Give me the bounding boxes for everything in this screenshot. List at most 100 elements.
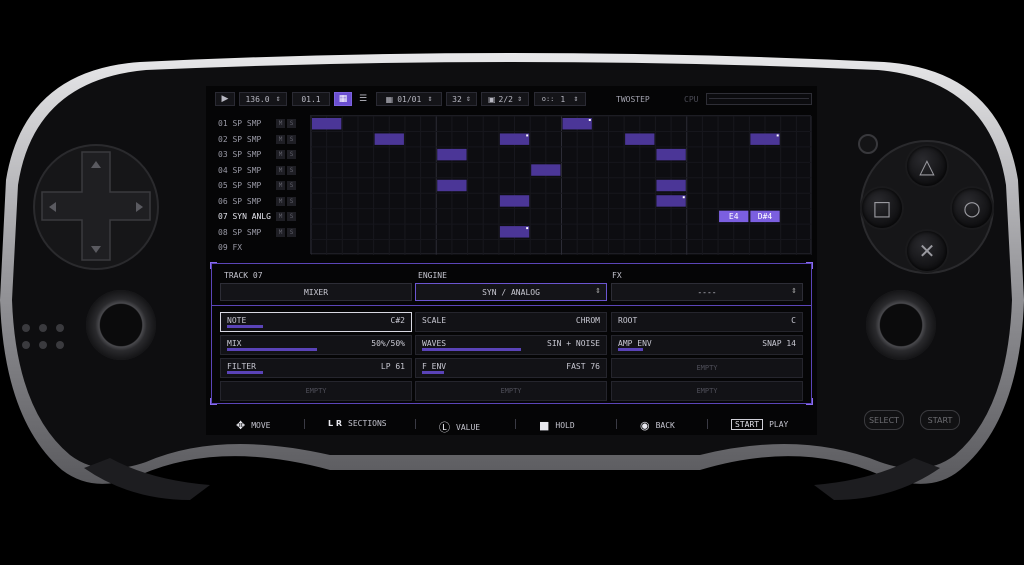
empty-param-slot[interactable]: EMPTY: [611, 381, 803, 401]
empty-param-slot[interactable]: EMPTY: [611, 358, 803, 378]
circle-button[interactable]: ○: [952, 188, 992, 228]
param-root[interactable]: ROOT C: [611, 312, 803, 332]
hint-separator: [707, 419, 708, 429]
mute-button[interactable]: M: [276, 119, 285, 129]
param-label: AMP ENV: [618, 339, 652, 348]
sequencer-note[interactable]: [750, 133, 780, 145]
list-view-button[interactable]: ☰: [354, 92, 372, 106]
left-analog-stick[interactable]: [86, 290, 156, 360]
track-row[interactable]: 03 SP SMP M S: [218, 147, 310, 163]
cross-button[interactable]: ✕: [907, 231, 947, 271]
mute-button[interactable]: M: [276, 150, 285, 160]
sequencer-note[interactable]: [499, 226, 530, 238]
engine-select[interactable]: SYN / ANALOG ⇕: [415, 283, 607, 301]
track-name: 03 SP SMP: [218, 150, 262, 160]
sequencer-note[interactable]: [437, 179, 467, 192]
mute-button[interactable]: M: [276, 227, 285, 237]
empty-param-slot[interactable]: EMPTY: [415, 381, 607, 401]
sequencer-note[interactable]: [625, 133, 655, 145]
param-mix[interactable]: MIX 50%/50%: [220, 335, 412, 355]
track-row[interactable]: 05 SP SMP M S: [218, 178, 310, 194]
play-button[interactable]: ▶: [215, 92, 235, 106]
page-icon: ▣: [487, 94, 496, 104]
stepper-icon: ⇕: [516, 95, 523, 103]
speaker-grille: [22, 324, 66, 358]
param-scale[interactable]: SCALE CHROM: [415, 312, 607, 332]
param-filter[interactable]: FILTER LP 61: [220, 358, 412, 378]
swing-icon: o::: [541, 95, 555, 103]
sequencer-note[interactable]: [374, 133, 404, 145]
param-amp-env[interactable]: AMP ENV SNAP 14: [611, 335, 803, 355]
track-row[interactable]: 02 SP SMP M S: [218, 132, 310, 148]
param-label: NOTE: [227, 316, 247, 325]
mute-button[interactable]: M: [276, 165, 285, 175]
right-analog-stick[interactable]: [866, 290, 936, 360]
track-row[interactable]: 09 FX: [218, 240, 310, 256]
param-note[interactable]: NOTE C#2: [220, 312, 412, 332]
mute-button[interactable]: M: [276, 181, 285, 191]
fx-select[interactable]: ---- ⇕: [611, 283, 803, 301]
track-list: 01 SP SMP M S 02 SP SMP M S 03 SP SMP M S 04 SP S…: [218, 116, 310, 256]
square-button[interactable]: □: [862, 188, 902, 228]
sequencer-note[interactable]: [312, 118, 342, 130]
steps-value: 32: [452, 94, 462, 104]
stepper-icon: ⇕: [465, 95, 471, 103]
param-f-env[interactable]: F ENV FAST 76: [415, 358, 607, 378]
track-row[interactable]: 08 SP SMP M S: [218, 225, 310, 241]
param-label: SCALE: [422, 316, 447, 325]
sequencer-note[interactable]: [562, 118, 592, 130]
track-row[interactable]: 01 SP SMP M S: [218, 116, 310, 132]
param-label: MIX: [227, 339, 242, 348]
steps-stepper[interactable]: 32 ⇕: [446, 92, 477, 106]
solo-button[interactable]: S: [287, 227, 296, 237]
triangle-button[interactable]: △: [907, 146, 947, 186]
tempo-stepper[interactable]: 136.0 ⇕: [239, 92, 287, 106]
sequencer-note[interactable]: [531, 164, 561, 176]
sequencer-note[interactable]: [437, 148, 467, 161]
swing-value: 1: [560, 94, 566, 104]
position-display[interactable]: 01.1: [292, 92, 330, 106]
note-marker: [776, 134, 779, 137]
track-row[interactable]: 06 SP SMP M S: [218, 194, 310, 210]
track-name: 02 SP SMP: [218, 134, 262, 144]
solo-button[interactable]: S: [287, 181, 296, 191]
select-button[interactable]: SELECT: [864, 410, 904, 430]
sequencer-note[interactable]: [656, 195, 686, 207]
sequencer-note[interactable]: [499, 133, 530, 145]
solo-button[interactable]: S: [287, 150, 296, 160]
sequencer-note[interactable]: [499, 195, 530, 207]
page-stepper[interactable]: ▣ 2/2 ⇕: [481, 92, 529, 106]
track-row[interactable]: 04 SP SMP M S: [218, 163, 310, 179]
note-label: E4: [729, 212, 739, 221]
solo-button[interactable]: S: [287, 165, 296, 175]
sequencer-note[interactable]: [656, 179, 686, 192]
dpad[interactable]: [42, 152, 150, 260]
solo-button[interactable]: S: [287, 212, 296, 222]
solo-button[interactable]: S: [287, 196, 296, 206]
control-hints-bar: ✥ MOVE L R SECTIONS Ⓛ VALUE ■ HOLD ◉ BACK START PLA…: [206, 415, 817, 435]
position-value: 01.1: [301, 94, 321, 104]
panel-divider: [211, 305, 812, 306]
grid-view-button[interactable]: ▦: [334, 92, 352, 106]
hint-label: HOLD: [555, 421, 575, 430]
start-button[interactable]: START: [920, 410, 960, 430]
circle-icon: ◉: [640, 419, 650, 432]
mute-button[interactable]: M: [276, 196, 285, 206]
empty-param-slot[interactable]: EMPTY: [220, 381, 412, 401]
swing-stepper[interactable]: o:: 1 ⇕: [534, 92, 586, 106]
list-icon: ☰: [358, 94, 368, 104]
step-sequencer-grid[interactable]: E4 D#4: [310, 115, 812, 255]
solo-button[interactable]: S: [287, 119, 296, 129]
pattern-stepper[interactable]: ▦ 01/01 ⇕: [376, 92, 442, 106]
sequencer-note[interactable]: [656, 148, 686, 161]
param-waves[interactable]: WAVES SIN + NOISE: [415, 335, 607, 355]
hint-separator: [415, 419, 416, 429]
track-row[interactable]: 07 SYN ANLG M S: [218, 209, 310, 225]
solo-button[interactable]: S: [287, 134, 296, 144]
mute-button[interactable]: M: [276, 212, 285, 222]
empty-label: EMPTY: [696, 364, 718, 372]
mute-button[interactable]: M: [276, 134, 285, 144]
engine-label: ENGINE: [418, 271, 447, 280]
mixer-button[interactable]: MIXER: [220, 283, 412, 301]
note-marker: [588, 119, 591, 121]
